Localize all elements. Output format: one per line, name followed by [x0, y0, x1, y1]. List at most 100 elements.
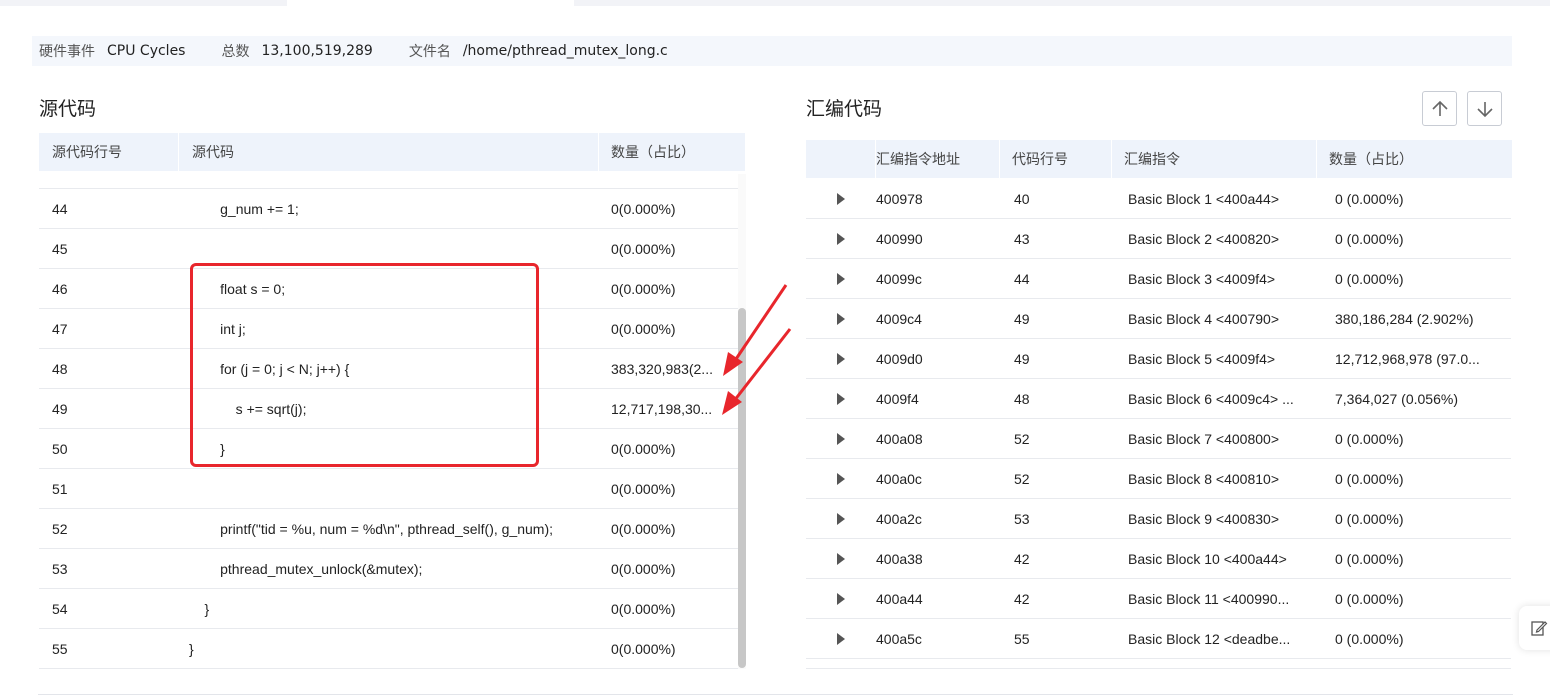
expand-row-button[interactable] — [806, 552, 876, 565]
source-cell-count: 0(0.000%) — [611, 480, 676, 497]
asm-cell-count: 0 (0.000%) — [1335, 550, 1404, 567]
source-cell-count: 0(0.000%) — [611, 520, 676, 537]
caret-right-icon — [837, 272, 845, 285]
caret-right-icon — [837, 552, 845, 565]
asm-cell-instr: Basic Block 5 <4009f4> — [1128, 350, 1276, 367]
source-cell-line: 52 — [52, 520, 68, 537]
asm-cell-instr: Basic Block 6 <4009c4> ... — [1128, 390, 1294, 407]
asm-cell-count: 380,186,284 (2.902%) — [1335, 310, 1474, 327]
source-cell-count: 0(0.000%) — [611, 280, 676, 297]
asm-row[interactable]: 40099c 44 Basic Block 3 <4009f4> 0 (0.000%) — [806, 259, 1511, 299]
asm-cell-count: 12,712,968,978 (97.0... — [1335, 350, 1480, 367]
expand-row-button[interactable] — [806, 432, 876, 445]
asm-cell-instr: Basic Block 9 <400830> — [1128, 510, 1279, 527]
asm-col-expand — [806, 140, 876, 178]
asm-row[interactable]: 400990 43 Basic Block 2 <400820> 0 (0.000%) — [806, 219, 1511, 259]
source-cell-line: 54 — [52, 600, 68, 617]
asm-row[interactable]: 400a0c 52 Basic Block 8 <400810> 0 (0.000%) — [806, 459, 1511, 499]
scroll-down-button[interactable] — [1467, 91, 1502, 126]
source-cell-code: } — [189, 600, 210, 617]
asm-cell-addr: 400a0c — [876, 470, 922, 487]
source-cell-code: } — [189, 640, 194, 657]
asm-cell-line: 52 — [1014, 430, 1030, 447]
expand-row-button[interactable] — [806, 352, 876, 365]
event-label: 硬件事件 — [39, 44, 95, 60]
source-cell-line: 45 — [52, 240, 68, 257]
expand-row-button[interactable] — [806, 232, 876, 245]
asm-row[interactable]: 400a38 42 Basic Block 10 <400a44> 0 (0.000%… — [806, 539, 1511, 579]
source-row[interactable]: 54 } 0(0.000%) — [39, 589, 739, 629]
asm-cell-count: 0 (0.000%) — [1335, 230, 1404, 247]
caret-right-icon — [837, 232, 845, 245]
asm-cell-addr: 40099c — [876, 270, 922, 287]
asm-cell-line: 40 — [1014, 190, 1030, 207]
source-col-line[interactable]: 源代码行号 — [39, 133, 179, 171]
expand-row-button[interactable] — [806, 392, 876, 405]
expand-row-button[interactable] — [806, 632, 876, 645]
edit-icon — [1531, 621, 1548, 636]
source-cell-line: 47 — [52, 320, 68, 337]
asm-cell-addr: 400a5c — [876, 630, 922, 647]
asm-row[interactable]: 4009c4 49 Basic Block 4 <400790> 380,186,28… — [806, 299, 1511, 339]
asm-row[interactable]: 400a44 42 Basic Block 11 <400990... 0 (0.00… — [806, 579, 1511, 619]
source-cell-line: 50 — [52, 440, 68, 457]
source-cell-code: printf("tid = %u, num = %d\n", pthread_s… — [189, 520, 553, 537]
asm-row[interactable]: 4009f4 48 Basic Block 6 <4009c4> ... 7,364,… — [806, 379, 1511, 419]
asm-cell-instr: Basic Block 8 <400810> — [1128, 470, 1279, 487]
asm-cell-addr: 4009f4 — [876, 390, 919, 407]
source-cell-line: 44 — [52, 200, 68, 217]
source-scrollbar-thumb[interactable] — [738, 308, 746, 668]
file-label: 文件名 — [408, 44, 451, 60]
total-value: 13,100,519,289 — [261, 43, 373, 59]
source-cell-count: 0(0.000%) — [611, 640, 676, 657]
asm-col-count[interactable]: 数量（占比） — [1317, 140, 1512, 178]
source-cell-count: 383,320,983(2... — [611, 360, 713, 377]
source-col-code[interactable]: 源代码 — [179, 133, 599, 171]
caret-right-icon — [837, 512, 845, 525]
asm-cell-count: 0 (0.000%) — [1335, 470, 1404, 487]
asm-cell-line: 52 — [1014, 470, 1030, 487]
source-cell-code: pthread_mutex_unlock(&mutex); — [189, 560, 423, 577]
source-row[interactable]: 55} 0(0.000%) — [39, 629, 739, 669]
asm-table-body: 400978 40 Basic Block 1 <400a44> 0 (0.000%)… — [806, 179, 1511, 659]
source-col-count[interactable]: 数量（占比） — [599, 133, 745, 171]
asm-cell-line: 48 — [1014, 390, 1030, 407]
source-row[interactable]: 53 pthread_mutex_unlock(&mutex); 0(0.000%… — [39, 549, 739, 589]
asm-cell-count: 0 (0.000%) — [1335, 190, 1404, 207]
source-cell-line: 53 — [52, 560, 68, 577]
source-table-header: 源代码行号 源代码 数量（占比） — [39, 133, 745, 171]
expand-row-button[interactable] — [806, 272, 876, 285]
caret-right-icon — [837, 352, 845, 365]
highlight-box — [190, 263, 539, 467]
asm-cell-instr: Basic Block 10 <400a44> — [1128, 550, 1287, 567]
asm-col-instr[interactable]: 汇编指令 — [1112, 140, 1317, 178]
bottom-divider — [38, 694, 1513, 695]
expand-row-button[interactable] — [806, 192, 876, 205]
asm-col-line[interactable]: 代码行号 — [1000, 140, 1112, 178]
caret-right-icon — [837, 472, 845, 485]
source-row[interactable]: 51 0(0.000%) — [39, 469, 739, 509]
asm-row[interactable]: 400a08 52 Basic Block 7 <400800> 0 (0.000%) — [806, 419, 1511, 459]
expand-row-button[interactable] — [806, 592, 876, 605]
asm-row[interactable]: 400a5c 55 Basic Block 12 <deadbe... 0 (0.00… — [806, 619, 1511, 659]
expand-row-button[interactable] — [806, 312, 876, 325]
source-row[interactable]: 52 printf("tid = %u, num = %d\n", pthrea… — [39, 509, 739, 549]
caret-right-icon — [837, 312, 845, 325]
asm-cell-count: 7,364,027 (0.056%) — [1335, 390, 1458, 407]
asm-row[interactable]: 4009d0 49 Basic Block 5 <4009f4> 12,712,968… — [806, 339, 1511, 379]
asm-cell-instr: Basic Block 2 <400820> — [1128, 230, 1279, 247]
source-row[interactable]: 44 g_num += 1; 0(0.000%) — [39, 189, 739, 229]
expand-row-button[interactable] — [806, 472, 876, 485]
source-cell-code: g_num += 1; — [189, 200, 299, 217]
asm-col-addr[interactable]: 汇编指令地址 — [876, 140, 1000, 178]
feedback-button[interactable] — [1519, 606, 1550, 650]
asm-cell-addr: 400990 — [876, 230, 923, 247]
expand-row-button[interactable] — [806, 512, 876, 525]
asm-cell-addr: 400a44 — [876, 590, 923, 607]
asm-row[interactable]: 400978 40 Basic Block 1 <400a44> 0 (0.000%) — [806, 179, 1511, 219]
asm-row[interactable]: 400a2c 53 Basic Block 9 <400830> 0 (0.000%) — [806, 499, 1511, 539]
asm-table-footer-line — [806, 659, 1511, 669]
scroll-up-button[interactable] — [1422, 91, 1457, 126]
caret-right-icon — [837, 632, 845, 645]
source-cell-count: 0(0.000%) — [611, 200, 676, 217]
